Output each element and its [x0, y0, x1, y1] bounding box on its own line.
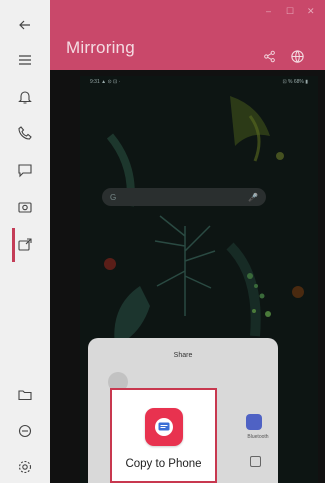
square-icon[interactable]	[250, 456, 261, 467]
message-icon[interactable]	[0, 153, 50, 187]
google-icon: G	[110, 192, 117, 202]
share-sheet-title: Share	[173, 352, 193, 359]
header-bar: – ☐ ✕ Mirroring	[50, 0, 325, 70]
menu-icon[interactable]	[0, 43, 50, 77]
nav-rail	[0, 0, 51, 483]
back-arrow-icon[interactable]	[0, 8, 50, 42]
phone-status-bar: 9:31 ▲ ⊙ ⊡ · ⊡ % 68% ▮	[80, 76, 318, 88]
folder-icon[interactable]	[0, 378, 50, 412]
minimize-button[interactable]: –	[266, 6, 271, 16]
close-button[interactable]: ✕	[307, 6, 315, 17]
photo-icon[interactable]	[0, 190, 50, 224]
mic-icon[interactable]: 🎤	[248, 193, 258, 202]
copy-to-phone-tile[interactable]: Copy to Phone	[110, 388, 217, 483]
settings-icon[interactable]	[0, 450, 50, 484]
globe-icon[interactable]	[286, 45, 308, 67]
page-title: Mirroring	[66, 38, 135, 57]
maximize-button[interactable]: ☐	[286, 6, 294, 17]
search-bar[interactable]: G 🎤	[102, 188, 266, 206]
status-left: 9:31 ▲ ⊙ ⊡ ·	[90, 79, 121, 85]
mirroring-icon[interactable]	[0, 228, 50, 262]
status-right: ⊡ % 68% ▮	[282, 79, 308, 85]
share-icon[interactable]	[258, 45, 280, 67]
phone-call-icon[interactable]	[0, 116, 50, 150]
copy-to-phone-icon	[145, 408, 183, 446]
bell-icon[interactable]	[0, 80, 50, 114]
app-window: – ☐ ✕ Mirroring 9:31 ▲ ⊙ ⊡ · ⊡ % 68% ▮ G…	[0, 0, 325, 483]
copy-to-phone-label: Copy to Phone	[125, 458, 202, 470]
bluetooth-icon[interactable]	[246, 414, 262, 430]
minus-circle-icon[interactable]	[0, 414, 50, 448]
bluetooth-label: Bluetooth	[247, 434, 269, 440]
